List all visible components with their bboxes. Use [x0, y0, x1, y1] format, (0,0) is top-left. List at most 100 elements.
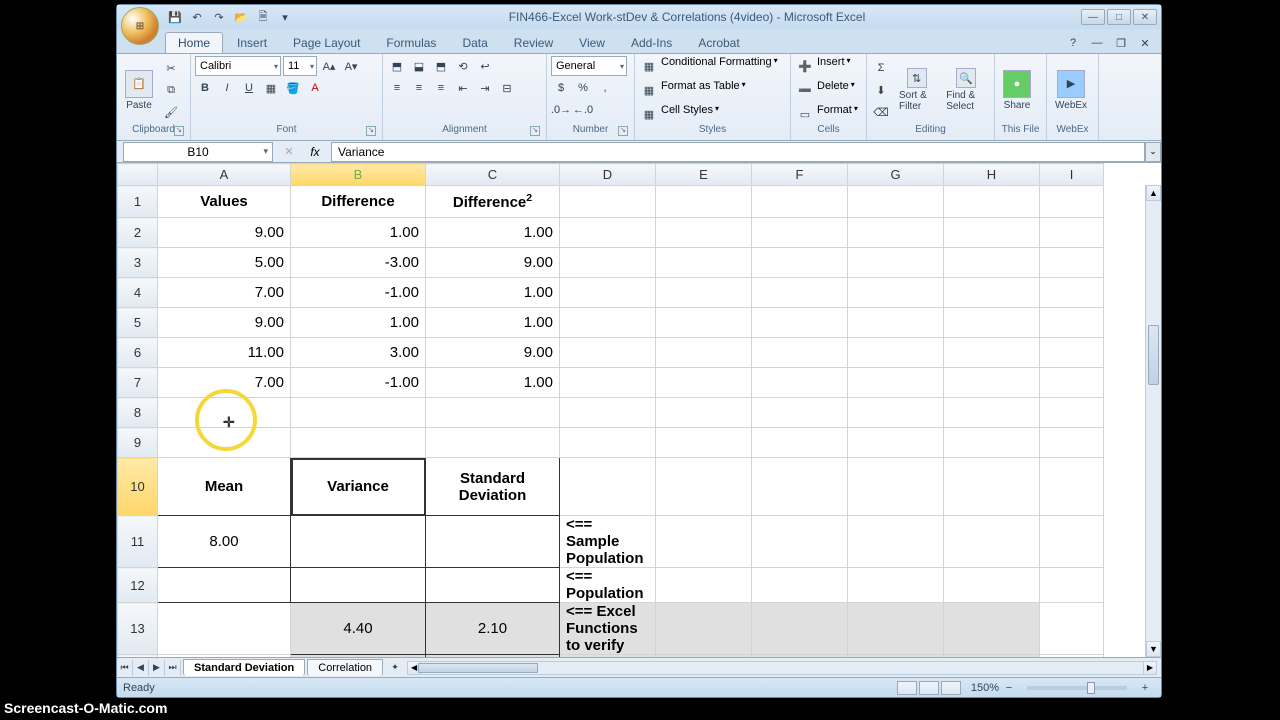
cell-A6[interactable]: 11.00	[158, 338, 291, 368]
row-header-1[interactable]: 1	[118, 186, 158, 218]
row-header-9[interactable]: 9	[118, 428, 158, 458]
cell-B8[interactable]	[291, 398, 426, 428]
tab-data[interactable]: Data	[450, 33, 499, 53]
cell-H13[interactable]	[944, 603, 1040, 655]
minimize-button[interactable]: —	[1081, 9, 1105, 25]
save-icon[interactable]: 💾	[167, 9, 183, 25]
row-header-11[interactable]: 11	[118, 516, 158, 568]
new-sheet-icon[interactable]: ✦	[387, 660, 403, 676]
cell-H10[interactable]	[944, 458, 1040, 516]
cell-H14[interactable]	[944, 655, 1040, 658]
cell-F14[interactable]	[752, 655, 848, 658]
cell-B3[interactable]: -3.00	[291, 248, 426, 278]
cell-I14[interactable]	[1040, 655, 1104, 658]
cell-H5[interactable]	[944, 308, 1040, 338]
row-header-12[interactable]: 12	[118, 568, 158, 603]
clear-icon[interactable]: ⌫	[871, 102, 891, 122]
cell-A7[interactable]: 7.00	[158, 368, 291, 398]
horizontal-scrollbar[interactable]: ◀ ▶	[407, 661, 1157, 675]
cell-A11[interactable]: 8.00	[158, 516, 291, 568]
merge-center-icon[interactable]: ⊟	[497, 78, 517, 98]
office-button[interactable]: ⊞	[121, 7, 159, 45]
percent-icon[interactable]: %	[573, 78, 593, 98]
cell-G12[interactable]	[848, 568, 944, 603]
cell-G6[interactable]	[848, 338, 944, 368]
font-name-combo[interactable]: Calibri	[195, 56, 281, 76]
cell-I8[interactable]	[1040, 398, 1104, 428]
column-header-A[interactable]: A	[158, 164, 291, 186]
cell-C6[interactable]: 9.00	[426, 338, 560, 368]
tab-home[interactable]: Home	[165, 32, 223, 53]
cell-D1[interactable]	[560, 186, 656, 218]
autosum-icon[interactable]: Σ	[871, 58, 891, 78]
select-all-cell[interactable]	[118, 164, 158, 186]
tab-page-layout[interactable]: Page Layout	[281, 33, 372, 53]
scroll-down-icon[interactable]: ▼	[1146, 641, 1161, 657]
cell-B10[interactable]: Variance	[291, 458, 426, 516]
cell-I9[interactable]	[1040, 428, 1104, 458]
cell-C10[interactable]: Standard Deviation	[426, 458, 560, 516]
column-header-H[interactable]: H	[944, 164, 1040, 186]
zoom-level[interactable]: 150%	[971, 682, 999, 694]
column-header-B[interactable]: B	[291, 164, 426, 186]
scroll-up-icon[interactable]: ▲	[1146, 185, 1161, 201]
cell-styles-button[interactable]: ▦Cell Styles▾	[639, 104, 719, 124]
tab-formulas[interactable]: Formulas	[374, 33, 448, 53]
indent-decrease-icon[interactable]: ⇤	[453, 78, 473, 98]
cell-C7[interactable]: 1.00	[426, 368, 560, 398]
column-header-C[interactable]: C	[426, 164, 560, 186]
tab-nav-last-icon[interactable]: ⏭	[165, 660, 181, 676]
cell-H11[interactable]	[944, 516, 1040, 568]
redo-icon[interactable]: ↷	[211, 9, 227, 25]
cell-E5[interactable]	[656, 308, 752, 338]
cell-I3[interactable]	[1040, 248, 1104, 278]
wrap-text-icon[interactable]: ↩	[475, 56, 495, 76]
cell-B13[interactable]: 4.40	[291, 603, 426, 655]
align-left-icon[interactable]: ≡	[387, 78, 407, 98]
cell-G3[interactable]	[848, 248, 944, 278]
cell-I6[interactable]	[1040, 338, 1104, 368]
share-button[interactable]: ●Share	[999, 68, 1035, 113]
cell-E11[interactable]	[656, 516, 752, 568]
italic-button[interactable]: I	[217, 78, 237, 98]
help-icon[interactable]: ?	[1063, 33, 1083, 53]
cell-D3[interactable]	[560, 248, 656, 278]
cell-F12[interactable]	[752, 568, 848, 603]
cell-C3[interactable]: 9.00	[426, 248, 560, 278]
cell-F10[interactable]	[752, 458, 848, 516]
cell-I1[interactable]	[1040, 186, 1104, 218]
delete-cells-button[interactable]: ➖Delete▾	[795, 80, 855, 100]
cell-E9[interactable]	[656, 428, 752, 458]
cell-E7[interactable]	[656, 368, 752, 398]
cell-F8[interactable]	[752, 398, 848, 428]
cell-E3[interactable]	[656, 248, 752, 278]
cell-D4[interactable]	[560, 278, 656, 308]
align-right-icon[interactable]: ≡	[431, 78, 451, 98]
borders-icon[interactable]: ▦	[261, 78, 281, 98]
cell-A10[interactable]: Mean	[158, 458, 291, 516]
row-header-6[interactable]: 6	[118, 338, 158, 368]
cell-E1[interactable]	[656, 186, 752, 218]
cell-G1[interactable]	[848, 186, 944, 218]
number-format-combo[interactable]: General	[551, 56, 627, 76]
cell-H2[interactable]	[944, 218, 1040, 248]
cell-I12[interactable]	[1040, 568, 1104, 603]
cell-I13[interactable]	[1040, 603, 1104, 655]
tab-nav-next-icon[interactable]: ▶	[149, 660, 165, 676]
open-icon[interactable]: 📂	[233, 9, 249, 25]
qat-customize-icon[interactable]: ▾	[277, 9, 293, 25]
formula-bar[interactable]: Variance	[331, 142, 1145, 162]
cell-H12[interactable]	[944, 568, 1040, 603]
cell-B14[interactable]: 3.67	[291, 655, 426, 658]
cell-F3[interactable]	[752, 248, 848, 278]
font-launcher-icon[interactable]: ↘	[366, 126, 376, 136]
cell-H7[interactable]	[944, 368, 1040, 398]
doc-restore-button[interactable]: ❐	[1111, 33, 1131, 53]
cell-G13[interactable]	[848, 603, 944, 655]
tab-review[interactable]: Review	[502, 33, 565, 53]
cell-G4[interactable]	[848, 278, 944, 308]
hscroll-thumb[interactable]	[418, 663, 538, 673]
cell-D5[interactable]	[560, 308, 656, 338]
cell-D7[interactable]	[560, 368, 656, 398]
cell-H1[interactable]	[944, 186, 1040, 218]
